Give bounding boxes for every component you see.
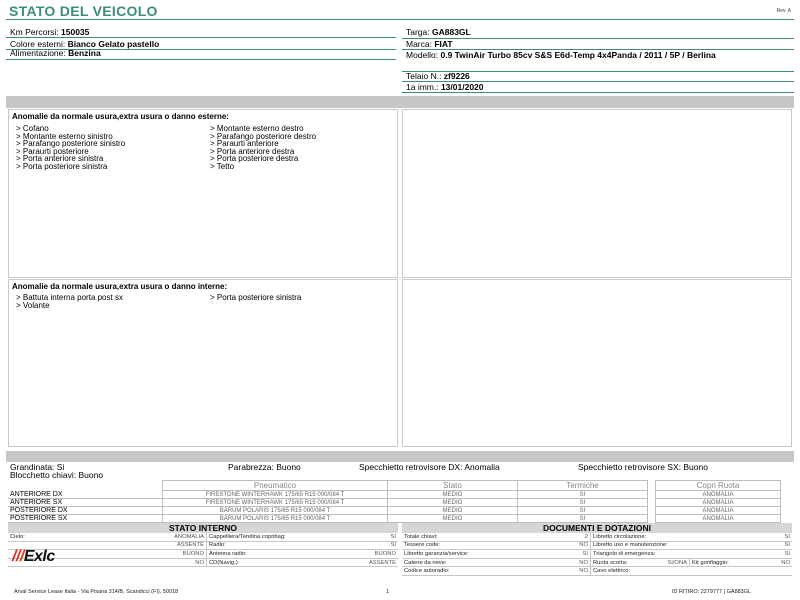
divider (6, 37, 396, 38)
list-item: > Volante (16, 300, 50, 310)
header-termiche: Termiche (517, 480, 648, 491)
footer-company: Arval Service Lease Italia - Via Pisana … (14, 589, 179, 595)
footer-id-ritiro: ID RITIRO: 2279777 | GA883GL (672, 589, 752, 595)
alimentazione: Alimentazione: Benzina (10, 48, 101, 58)
external-damage-list-1: > Cofano > Montante esterno sinistro > P… (16, 125, 125, 170)
internal-damage-title: Anomalie da normale usura,extra usura o … (12, 282, 228, 291)
table-row: BUONO Antenna radio: BUONO (8, 549, 398, 559)
header-copri-ruota: Copri Ruota (655, 480, 781, 491)
header-stato: Stato (387, 480, 518, 491)
header-pneumatico: Pneumatico (162, 480, 388, 491)
page-title: STATO DEL VEICOLO (9, 3, 158, 19)
km-percorsi: Km Percorsi: 150035 (10, 27, 90, 37)
table-row: Tessere code: NO Libretto uso e manutenz… (402, 541, 792, 551)
documenti-table: Totale chiavi: 2 Libretto circolazione: … (402, 533, 792, 576)
divider (6, 59, 396, 60)
table-row: Cielo: ANOMALIA Cappelliera/Tendina copr… (8, 533, 398, 542)
table-row: POSTERIORE SX BARUM POLARIS 175/65 R15 0… (8, 514, 781, 523)
external-damage-title: Anomalie da normale usura,extra usura o … (12, 112, 229, 121)
section-bar (6, 451, 794, 462)
list-item: > Porta posteriore sinistra (210, 293, 302, 302)
modello: Modello: 0.9 TwinAir Turbo 85cv S&S E6d-… (406, 50, 716, 60)
specchietto-dx: Specchietto retrovisore DX: Anomalia (359, 462, 500, 472)
table-row: Libretto garanzia/service: SI Triangolo … (402, 549, 792, 559)
table-row: POSTERIORE DX BARUM POLARIS 175/65 R15 0… (8, 506, 781, 515)
table-row: Codice autoradio: NO Cavo elettrico: (402, 566, 792, 576)
table-row: NO CD(Navig.): ASSENTE (8, 558, 398, 568)
section-bar (6, 96, 794, 108)
company-logo: ///Exlc (12, 548, 55, 565)
divider (402, 38, 794, 39)
documenti-title: DOCUMENTI E DOTAZIONI (402, 523, 792, 533)
table-row: Catene da neve: NO Ruota scorta: SI/ONA … (402, 558, 792, 568)
internal-damage-list-1: > Battuta interna porta post sx > Volant… (16, 294, 123, 309)
external-damage-image-box (402, 109, 792, 278)
blocchetto-chiavi: Blocchetto chiavi: Buono (10, 470, 104, 480)
stato-interno-title: STATO INTERNO (8, 523, 398, 533)
targa: Targa: GA883GL (406, 27, 471, 37)
revision-label: Rev. A (776, 8, 791, 14)
marca: Marca: FIAT (406, 39, 453, 49)
telaio: Telaio N.: zf9226 (406, 71, 470, 81)
internal-damage-image-box (402, 279, 792, 447)
tyres-table: Pneumatico Stato Termiche Copri Ruota AN… (8, 480, 781, 523)
stato-interno-table: Cielo: ANOMALIA Cappelliera/Tendina copr… (8, 533, 398, 568)
title-underline (6, 19, 794, 20)
parabrezza: Parabrezza: Buono (228, 462, 301, 472)
table-row: ANTERIORE SX FIRESTONE WINTERHAWK 175/65… (8, 498, 781, 507)
divider (402, 92, 794, 93)
table-row: ANTERIORE DX FIRESTONE WINTERHAWK 175/65… (8, 490, 781, 499)
external-damage-list-2: > Montante esterno destro > Parafango po… (210, 125, 316, 170)
prima-immatricolazione: 1a imm.: 13/01/2020 (406, 82, 484, 92)
internal-damage-list-2: > Porta posteriore sinistra (210, 294, 301, 302)
table-row: Totale chiavi: 2 Libretto circolazione: … (402, 533, 792, 542)
footer-page-number: 1 (386, 589, 390, 595)
table-row: ASSENTE Radio: SI (8, 541, 398, 551)
specchietto-sx: Specchietto retrovisore SX: Buono (578, 462, 708, 472)
list-item: > Porta posteriore sinistra (16, 161, 108, 171)
list-item: > Tetto (210, 161, 235, 171)
